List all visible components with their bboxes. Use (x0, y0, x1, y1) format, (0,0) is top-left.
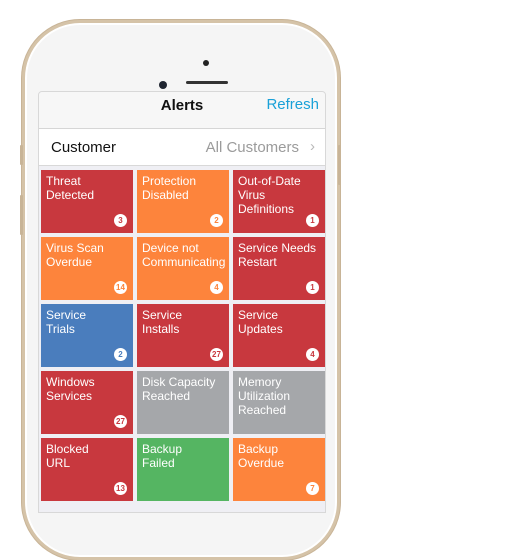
alert-tile-label: Out-of-Date Virus Definitions (238, 174, 301, 216)
alert-tile-label: Service Installs (142, 308, 183, 336)
alert-count-badge: 2 (114, 348, 127, 361)
navigation-bar: Alerts Refresh (39, 92, 325, 129)
alert-count-badge: 2 (210, 214, 223, 227)
alert-tile-label: Service Updates (238, 308, 283, 336)
alert-count-badge: 27 (114, 415, 127, 428)
alert-count-badge: 14 (114, 281, 127, 294)
alert-tile[interactable]: Blocked URL 13 (41, 438, 133, 501)
alert-tile-label: Memory Utilization Reached (238, 375, 291, 417)
alert-tile[interactable]: Virus Scan Overdue 14 (41, 237, 133, 300)
alert-tile-label: Service Needs Restart (238, 241, 317, 269)
chevron-right-icon: › (310, 138, 315, 155)
alert-tile-label: Service Trials (46, 308, 87, 336)
alert-tile-label: Backup Failed (142, 442, 183, 470)
customer-value: All Customers (205, 139, 299, 156)
alert-tile-label: Protection Disabled (142, 174, 197, 202)
alert-count-badge: 1 (306, 281, 319, 294)
alert-tile-label: Threat Detected (46, 174, 95, 202)
alert-tile-label: Blocked URL (46, 442, 89, 470)
alert-tile-label: Backup Overdue (238, 442, 285, 470)
alert-tile[interactable]: Backup Overdue 7 (233, 438, 325, 501)
app-screen: Alerts Refresh Customer All Customers › … (38, 91, 326, 513)
alert-tile-label: Disk Capacity Reached (142, 375, 216, 403)
alert-tile-label: Windows Services (46, 375, 95, 403)
alert-tile[interactable]: Service Updates 4 (233, 304, 325, 367)
alert-tile[interactable]: Memory Utilization Reached (233, 371, 325, 434)
alert-count-badge: 27 (210, 348, 223, 361)
proximity-sensor (203, 60, 209, 66)
alert-tile-label: Virus Scan Overdue (46, 241, 104, 269)
alert-count-badge: 4 (306, 348, 319, 361)
alert-tile[interactable]: Service Trials 2 (41, 304, 133, 367)
alert-tile[interactable]: Disk Capacity Reached (137, 371, 229, 434)
alert-tile[interactable]: Service Installs 27 (137, 304, 229, 367)
mute-switch (20, 145, 23, 165)
alert-tile[interactable]: Windows Services 27 (41, 371, 133, 434)
front-camera (159, 81, 167, 89)
alert-count-badge: 4 (210, 281, 223, 294)
alert-count-badge: 3 (114, 214, 127, 227)
alert-tile[interactable]: Protection Disabled 2 (137, 170, 229, 233)
alert-tile[interactable]: Device not Communicating 4 (137, 237, 229, 300)
power-button (338, 145, 341, 185)
alert-tile[interactable]: Backup Failed (137, 438, 229, 501)
customer-label: Customer (51, 139, 117, 156)
alert-count-badge: 1 (306, 214, 319, 227)
earpiece-speaker (186, 81, 228, 84)
volume-up-button (20, 195, 23, 235)
alert-count-badge: 13 (114, 482, 127, 495)
alert-tile[interactable]: Out-of-Date Virus Definitions 1 (233, 170, 325, 233)
alert-count-badge: 7 (306, 482, 319, 495)
alert-tile-label: Device not Communicating (142, 241, 226, 269)
alert-tile[interactable]: Threat Detected 3 (41, 170, 133, 233)
alert-tile-grid: Threat Detected 3 Protection Disabled 2 Out-… (41, 170, 325, 501)
refresh-button[interactable]: Refresh (266, 96, 319, 113)
customer-filter-row[interactable]: Customer All Customers › (39, 129, 325, 166)
alert-tile[interactable]: Service Needs Restart 1 (233, 237, 325, 300)
